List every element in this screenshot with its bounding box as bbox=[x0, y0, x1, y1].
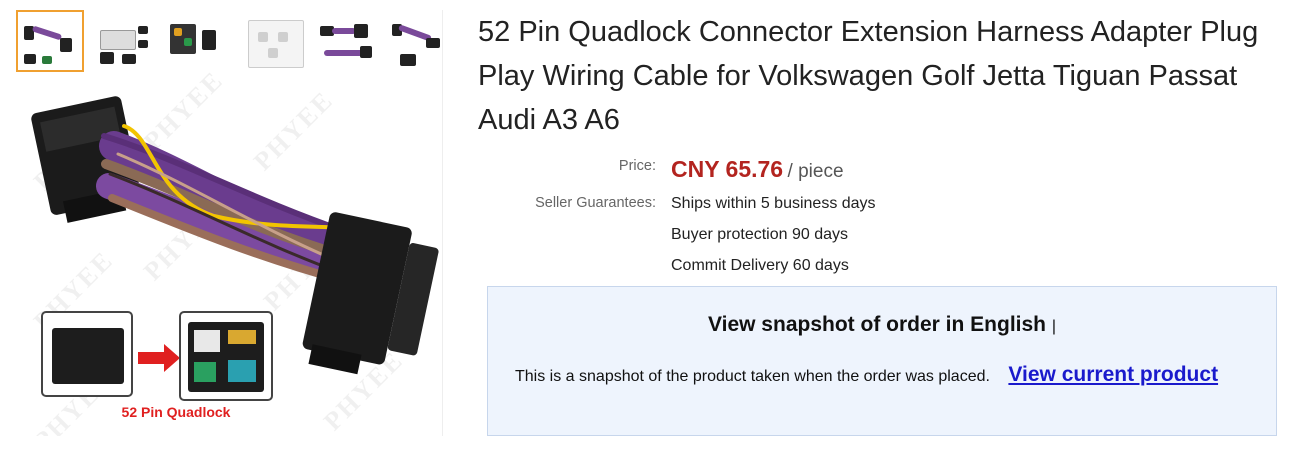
thumbnail-6[interactable] bbox=[386, 12, 442, 70]
snapshot-text: This is a snapshot of the product taken … bbox=[515, 368, 990, 385]
product-gallery: PHYEE PHYEE PHYEE PHYEE PHYEE PHYEE PHYE… bbox=[14, 10, 443, 436]
thumbnail-2[interactable] bbox=[92, 12, 156, 70]
view-current-product-link[interactable]: View current product bbox=[1008, 363, 1218, 386]
harness-illustration bbox=[31, 96, 439, 401]
snapshot-title-text: View snapshot of order in English bbox=[708, 313, 1046, 336]
image-caption: 52 Pin Quadlock bbox=[121, 404, 231, 420]
guarantees-label: Seller Guarantees: bbox=[535, 195, 656, 211]
order-snapshot-panel: View snapshot of order in English | This… bbox=[487, 286, 1277, 436]
price-label: Price: bbox=[618, 158, 656, 174]
thumbnail-3[interactable] bbox=[166, 12, 230, 70]
product-title: 52 Pin Quadlock Connector Extension Harn… bbox=[478, 16, 1259, 136]
price-value: CNY 65.76 / piece bbox=[671, 156, 844, 183]
thumbnail-strip bbox=[14, 10, 442, 74]
snapshot-title: View snapshot of order in English | bbox=[488, 313, 1276, 337]
main-product-image[interactable]: PHYEE PHYEE PHYEE PHYEE PHYEE PHYEE PHYE… bbox=[14, 65, 442, 436]
thumbnail-1[interactable] bbox=[16, 10, 84, 72]
price-amount: CNY 65.76 bbox=[671, 156, 784, 182]
guarantee-item: Commit Delivery 60 days bbox=[671, 257, 849, 274]
thumbnail-4[interactable] bbox=[244, 12, 308, 70]
snapshot-description: This is a snapshot of the product taken … bbox=[515, 363, 1255, 389]
thumbnail-5[interactable] bbox=[314, 12, 378, 70]
title-separator: | bbox=[1051, 318, 1056, 335]
guarantee-item: Ships within 5 business days bbox=[671, 195, 876, 212]
price-unit: / piece bbox=[787, 161, 844, 182]
guarantee-item: Buyer protection 90 days bbox=[671, 226, 848, 243]
